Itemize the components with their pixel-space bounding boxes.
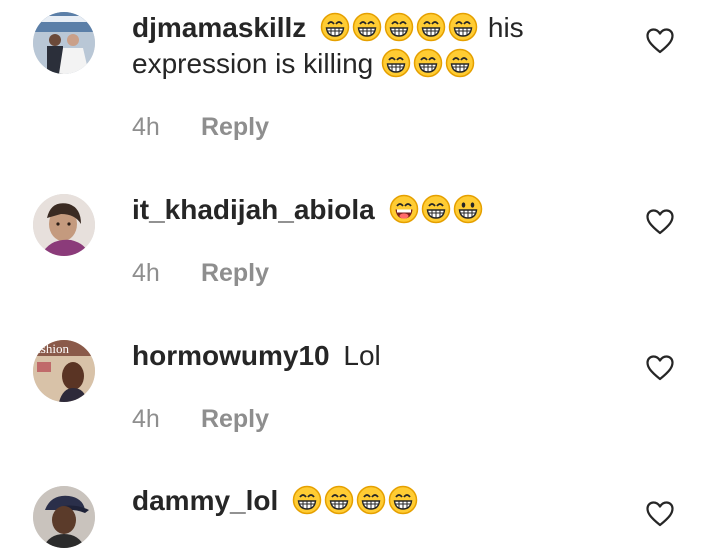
reply-button[interactable]: Reply	[201, 259, 269, 287]
grin-emoji-icon	[413, 48, 443, 78]
username[interactable]: dammy_lol	[132, 485, 278, 516]
grin-emoji-icon	[384, 12, 414, 42]
avatar-magazine-text: ashion	[35, 341, 69, 356]
grin-emoji-icon	[388, 485, 418, 515]
reply-button[interactable]: Reply	[201, 113, 269, 141]
like-button[interactable]	[646, 501, 674, 527]
woman-portrait-avatar-icon	[33, 194, 95, 256]
heart-outline-icon	[646, 355, 674, 381]
grin-tongue-emoji-icon	[389, 194, 419, 224]
grin-emoji-icon	[416, 12, 446, 42]
fashion-magazine-avatar-icon: ashion	[33, 340, 95, 402]
grin-emoji-icon	[320, 12, 350, 42]
username[interactable]: djmamaskillz	[132, 12, 306, 43]
timestamp: 4h	[132, 259, 160, 287]
grin-emoji-icon	[448, 12, 478, 42]
grin-emoji-icon	[356, 485, 386, 515]
heart-outline-icon	[646, 501, 674, 527]
wedding-photo-avatar-icon	[33, 12, 95, 74]
timestamp: 4h	[132, 113, 160, 141]
heart-outline-icon	[646, 209, 674, 235]
grin-emoji-icon	[445, 48, 475, 78]
grin-emoji-icon	[292, 485, 322, 515]
comment-text: Lol	[343, 340, 381, 371]
timestamp: 4h	[132, 405, 160, 433]
username[interactable]: it_khadijah_abiola	[132, 194, 375, 225]
heart-outline-icon	[646, 28, 674, 54]
grin-emoji-icon	[352, 12, 382, 42]
woman-cap-avatar-icon	[33, 486, 95, 548]
like-button[interactable]	[646, 28, 674, 54]
grin-emoji-icon	[381, 48, 411, 78]
avatar[interactable]	[33, 12, 95, 74]
reply-button[interactable]: Reply	[201, 405, 269, 433]
like-button[interactable]	[646, 209, 674, 235]
grin-emoji-icon	[421, 194, 451, 224]
avatar[interactable]	[33, 194, 95, 256]
like-button[interactable]	[646, 355, 674, 381]
avatar[interactable]	[33, 486, 95, 548]
grin-emoji-icon	[324, 485, 354, 515]
username[interactable]: hormowumy10	[132, 340, 330, 371]
grin-emoji-icon	[453, 194, 483, 224]
avatar[interactable]: ashion	[33, 340, 95, 402]
